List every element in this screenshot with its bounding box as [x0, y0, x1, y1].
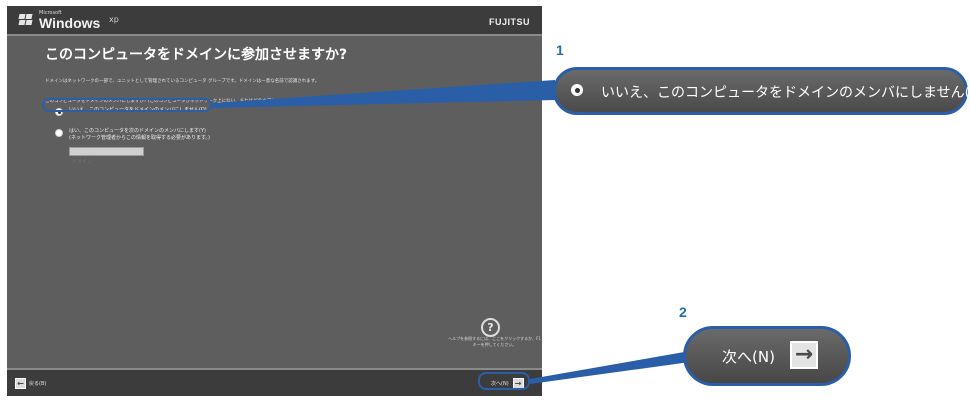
windows-flag-icon — [18, 14, 33, 26]
header-bar: Microsoft Windows xp FUJITSU — [7, 6, 542, 34]
step-number-2: 2 — [679, 304, 687, 320]
back-button-label: 戻る(B) — [29, 381, 47, 387]
callout-next-label: 次へ(N) — [722, 348, 775, 366]
header-divider — [7, 34, 542, 36]
option-yes[interactable]: はい、このコンピュータを次のドメインのメンバにします(Y) (ネットワーク管理者… — [55, 128, 210, 142]
callout-next-arrow-icon: → — [790, 341, 818, 369]
radio-yes[interactable] — [55, 129, 63, 137]
highlight-next-button — [478, 372, 530, 390]
domain-name-field[interactable] — [69, 147, 144, 166]
callout-option-no-label: いいえ、このコンピュータをドメインのメンバにしません(O) — [601, 85, 970, 101]
footer-bar: ← 戻る(B) 次へ(N) → — [7, 370, 542, 396]
callout-option-no: いいえ、このコンピュータをドメインのメンバにしません(O) — [553, 67, 970, 115]
back-button[interactable]: ← 戻る(B) — [15, 378, 46, 389]
setup-screen: Microsoft Windows xp FUJITSU このコンピュータをドメ… — [7, 6, 542, 396]
help-text[interactable]: ヘルプを参照するには、ここをクリックするか、F1 キーを押してください。 — [447, 336, 542, 347]
highlight-option-no — [42, 98, 212, 112]
windows-logo: Windows — [39, 15, 101, 31]
fujitsu-logo: FUJITSU — [488, 17, 530, 27]
option-yes-note: (ネットワーク管理者からこの情報を取得する必要があります。) — [69, 135, 210, 141]
callout-radio-icon — [571, 84, 583, 96]
leader-2 — [530, 351, 690, 384]
option-yes-label: はい、このコンピュータを次のドメインのメンバにします(Y) (ネットワーク管理者… — [69, 128, 210, 142]
description-text: ドメインはネットワークの一部で、ユニットとして管理されているコンピュータ グルー… — [45, 79, 320, 84]
step-number-1: 1 — [556, 42, 564, 58]
domain-input[interactable] — [70, 158, 143, 166]
back-arrow-icon: ← — [15, 378, 26, 389]
help-icon[interactable]: ? — [481, 318, 500, 337]
page-title: このコンピュータをドメインに参加させますか? — [45, 47, 348, 63]
windows-xp-label: xp — [109, 15, 119, 24]
option-yes-text: はい、このコンピュータを次のドメインのメンバにします(Y) — [69, 128, 206, 134]
callout-next-button: 次へ(N) → — [683, 326, 851, 386]
